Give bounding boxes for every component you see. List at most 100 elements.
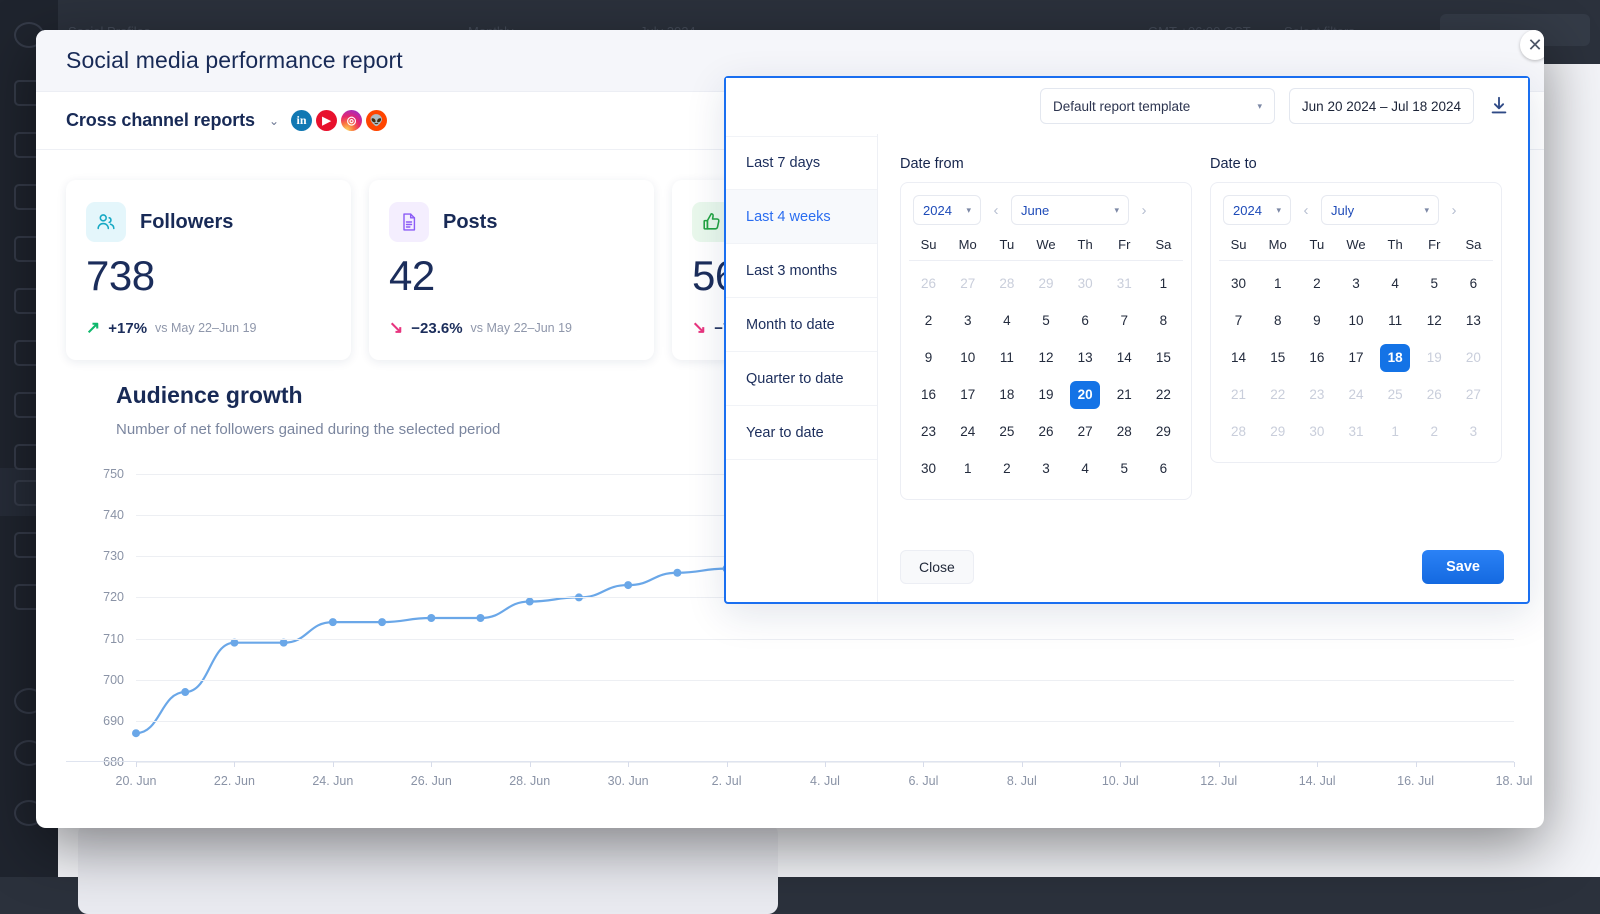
calendar-day[interactable]: 14: [1105, 339, 1144, 376]
calendar-day[interactable]: 28: [1105, 413, 1144, 450]
calendar-day[interactable]: 17: [948, 376, 987, 413]
date-range-field[interactable]: Jun 20 2024 – Jul 18 2024: [1289, 88, 1474, 124]
calendar-day[interactable]: 5: [1105, 450, 1144, 487]
date-preset-month-to-date[interactable]: Month to date: [726, 298, 877, 352]
calendar-day[interactable]: 4: [987, 302, 1026, 339]
calendar-day[interactable]: 9: [1297, 302, 1336, 339]
calendar-day[interactable]: 15: [1144, 339, 1183, 376]
calendar-day-label: 3: [953, 307, 983, 335]
calendar-from-month-value: June: [1021, 203, 1049, 218]
calendar-from-year-select[interactable]: 2024 ▾: [913, 195, 981, 225]
calendar-day[interactable]: 30: [1219, 265, 1258, 302]
calendar-day[interactable]: 9: [909, 339, 948, 376]
calendar-day[interactable]: 3: [1026, 450, 1065, 487]
calendar-day[interactable]: 11: [987, 339, 1026, 376]
calendar-day[interactable]: 24: [948, 413, 987, 450]
calendar-day[interactable]: 10: [948, 339, 987, 376]
calendar-day[interactable]: 26: [1026, 413, 1065, 450]
calendar-day-label: 31: [1109, 270, 1139, 298]
date-preset-last-3-months[interactable]: Last 3 months: [726, 244, 877, 298]
chevron-right-icon[interactable]: ›: [1445, 202, 1463, 219]
calendar-day[interactable]: 16: [909, 376, 948, 413]
calendar-day-selected[interactable]: 20: [1066, 376, 1105, 413]
chevron-left-icon[interactable]: ‹: [987, 202, 1005, 219]
calendar-day[interactable]: 5: [1415, 265, 1454, 302]
calendar-day-label: 3: [1458, 418, 1488, 446]
chevron-right-icon[interactable]: ›: [1135, 202, 1153, 219]
calendar-day[interactable]: 10: [1336, 302, 1375, 339]
calendar-day[interactable]: 3: [948, 302, 987, 339]
calendar-day[interactable]: 1: [1144, 265, 1183, 302]
date-preset-last-7-days[interactable]: Last 7 days: [726, 136, 877, 190]
calendar-day[interactable]: 15: [1258, 339, 1297, 376]
calendar-day-label: 12: [1419, 307, 1449, 335]
calendar-day[interactable]: 21: [1105, 376, 1144, 413]
date-preset-last-4-weeks[interactable]: Last 4 weeks: [726, 190, 877, 244]
calendar-day[interactable]: 4: [1066, 450, 1105, 487]
calendar-day[interactable]: 8: [1144, 302, 1183, 339]
download-icon[interactable]: [1488, 95, 1510, 117]
calendar-day-label: 12: [1031, 344, 1061, 372]
calendar-day[interactable]: 22: [1144, 376, 1183, 413]
calendar-to-year-select[interactable]: 2024 ▾: [1223, 195, 1291, 225]
calendar-day[interactable]: 6: [1066, 302, 1105, 339]
calendar-day[interactable]: 14: [1219, 339, 1258, 376]
calendar-from-month-select[interactable]: June ▾: [1011, 195, 1129, 225]
calendar-day[interactable]: 1: [1258, 265, 1297, 302]
chevron-down-icon[interactable]: ⌄: [269, 114, 279, 128]
calendar-day[interactable]: 17: [1336, 339, 1375, 376]
linkedin-icon[interactable]: in: [291, 110, 312, 131]
chart-x-tick-label: 28. Jun: [509, 774, 550, 788]
calendar-day[interactable]: 7: [1219, 302, 1258, 339]
close-button[interactable]: Close: [900, 550, 974, 584]
calendar-day-label: 19: [1419, 344, 1449, 372]
calendar-day[interactable]: 18: [987, 376, 1026, 413]
calendar-weekday-label: We: [1026, 233, 1065, 260]
chevron-down-icon: ▾: [1114, 205, 1119, 216]
calendar-day[interactable]: 30: [909, 450, 948, 487]
calendar-day[interactable]: 3: [1336, 265, 1375, 302]
calendar-day[interactable]: 29: [1144, 413, 1183, 450]
calendar-day[interactable]: 12: [1026, 339, 1065, 376]
calendar-day[interactable]: 23: [909, 413, 948, 450]
date-preset-year-to-date[interactable]: Year to date: [726, 406, 877, 460]
report-template-select[interactable]: Default report template ▾: [1040, 88, 1275, 124]
chart-y-tick-label: 710: [103, 632, 136, 646]
kpi-delta: ↘ −23.6% vs May 22–Jun 19: [389, 318, 572, 338]
calendar-day[interactable]: 2: [909, 302, 948, 339]
kpi-compare-period: vs May 22–Jun 19: [471, 321, 572, 335]
calendar-day[interactable]: 13: [1066, 339, 1105, 376]
calendar-day-label: 18: [992, 381, 1022, 409]
calendar-day-label: 30: [1224, 270, 1254, 298]
calendar-divider: [909, 260, 1183, 261]
calendar-day-selected[interactable]: 18: [1376, 339, 1415, 376]
calendar-day[interactable]: 2: [1297, 265, 1336, 302]
save-button[interactable]: Save: [1422, 550, 1504, 584]
calendar-day[interactable]: 6: [1454, 265, 1493, 302]
calendar-day[interactable]: 16: [1297, 339, 1336, 376]
calendar-day[interactable]: 13: [1454, 302, 1493, 339]
calendar-day[interactable]: 7: [1105, 302, 1144, 339]
reddit-icon[interactable]: 👽: [366, 110, 387, 131]
instagram-icon[interactable]: ◎: [341, 110, 362, 131]
calendar-day[interactable]: 4: [1376, 265, 1415, 302]
calendar-day[interactable]: 25: [987, 413, 1026, 450]
calendar-day-label: 19: [1031, 381, 1061, 409]
close-icon[interactable]: ✕: [1520, 30, 1544, 60]
calendar-day[interactable]: 11: [1376, 302, 1415, 339]
calendar-day[interactable]: 19: [1026, 376, 1065, 413]
calendar-day[interactable]: 2: [987, 450, 1026, 487]
calendar-day[interactable]: 12: [1415, 302, 1454, 339]
chart-x-tick: [727, 762, 728, 767]
calendar-day[interactable]: 1: [948, 450, 987, 487]
calendar-day-label: 26: [914, 270, 944, 298]
calendar-day[interactable]: 8: [1258, 302, 1297, 339]
date-preset-quarter-to-date[interactable]: Quarter to date: [726, 352, 877, 406]
calendar-day[interactable]: 6: [1144, 450, 1183, 487]
calendar-to-month-select[interactable]: July ▾: [1321, 195, 1439, 225]
youtube-icon[interactable]: ▶: [316, 110, 337, 131]
calendar-day[interactable]: 5: [1026, 302, 1065, 339]
report-scope-label[interactable]: Cross channel reports: [66, 110, 255, 131]
calendar-day[interactable]: 27: [1066, 413, 1105, 450]
chevron-left-icon[interactable]: ‹: [1297, 202, 1315, 219]
